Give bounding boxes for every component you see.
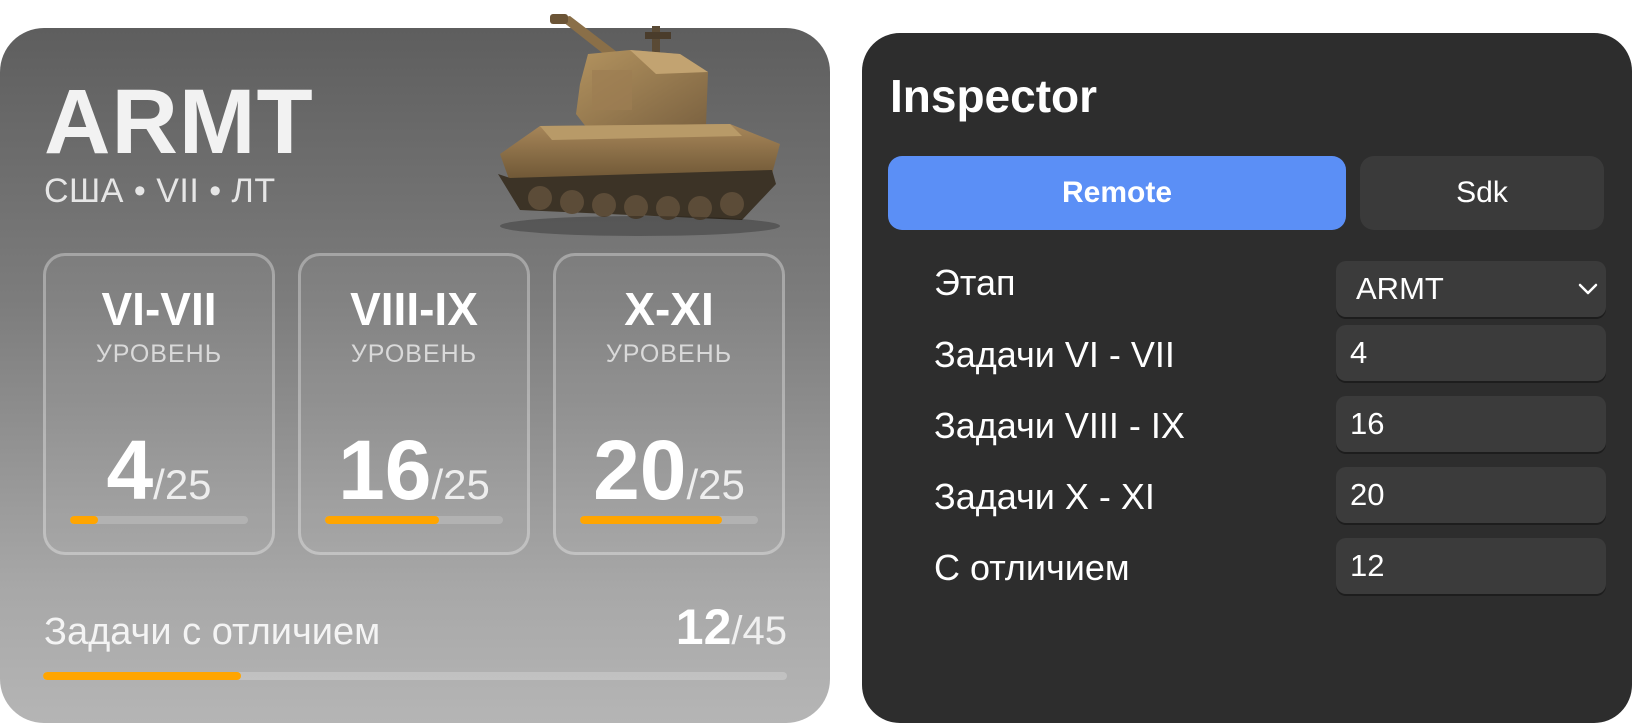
honor-progress-fill: [43, 672, 242, 680]
tier-done: 4: [106, 423, 154, 517]
chevron-down-icon: [1578, 283, 1598, 295]
tasks-viii-ix-input[interactable]: [1336, 396, 1606, 452]
tier-progress-count: 16/25: [301, 428, 527, 512]
inspector-title: Inspector: [890, 70, 1098, 122]
tier-done: 20: [593, 423, 687, 517]
tier-progress-fill: [70, 516, 99, 524]
vehicle-title: ARMT: [44, 71, 314, 173]
tier-name: X-XI: [624, 283, 714, 335]
tasks-vi-vii-input[interactable]: [1336, 325, 1606, 381]
vehicle-subtitle: США • VII • ЛТ: [44, 172, 276, 210]
tier-name: VIII-IX: [350, 283, 478, 335]
tier-card-vi-vii: VI-VII УРОВЕНЬ 4/25: [43, 253, 275, 555]
tasks-x-xi-input[interactable]: [1336, 467, 1606, 523]
tank-image: [498, 14, 780, 236]
tab-sdk[interactable]: Sdk: [1360, 156, 1604, 230]
stage-select-value: ARMT: [1356, 271, 1444, 306]
tier-progress-bar: [325, 516, 503, 524]
tier-progress-fill: [325, 516, 439, 524]
inspector-panel: Inspector Remote Sdk Этап ARMT Задачи VI…: [862, 33, 1632, 723]
tab-remote[interactable]: Remote: [888, 156, 1346, 230]
tier-level-label: УРОВЕНЬ: [95, 340, 223, 368]
tasks-x-xi-label: Задачи X - XI: [934, 476, 1155, 517]
tier-progress-count: 4/25: [46, 428, 272, 512]
tier-total: /25: [153, 461, 212, 508]
tier-name: VI-VII: [101, 283, 217, 335]
honor-progress-bar: [43, 672, 787, 680]
tier-progress-fill: [580, 516, 723, 524]
tier-card-viii-ix: VIII-IX УРОВЕНЬ 16/25: [298, 253, 530, 555]
tier-progress-bar: [70, 516, 248, 524]
honor-tasks-count: 12/45: [676, 602, 787, 652]
tier-total: /25: [431, 461, 490, 508]
tier-done: 16: [338, 423, 432, 517]
honor-tasks-label: Задачи с отличием: [44, 611, 381, 653]
stage-label: Этап: [934, 262, 1016, 303]
stage-select[interactable]: ARMT: [1336, 261, 1606, 317]
tasks-viii-ix-label: Задачи VIII - IX: [934, 405, 1185, 446]
tier-progress-bar: [580, 516, 758, 524]
tier-level-label: УРОВЕНЬ: [605, 340, 733, 368]
tasks-vi-vii-label: Задачи VI - VII: [934, 334, 1175, 375]
mission-card: ARMT США • VII • ЛТ VI-VII УРОВЕНЬ 4/25 …: [0, 14, 830, 723]
tier-progress-count: 20/25: [556, 428, 782, 512]
tier-level-label: УРОВЕНЬ: [350, 340, 478, 368]
honor-total: /45: [731, 609, 787, 653]
honor-label: С отличием: [934, 547, 1130, 588]
tier-total: /25: [686, 461, 745, 508]
tier-card-x-xi: X-XI УРОВЕНЬ 20/25: [553, 253, 785, 555]
honor-done: 12: [675, 599, 732, 655]
honor-input[interactable]: [1336, 538, 1606, 594]
